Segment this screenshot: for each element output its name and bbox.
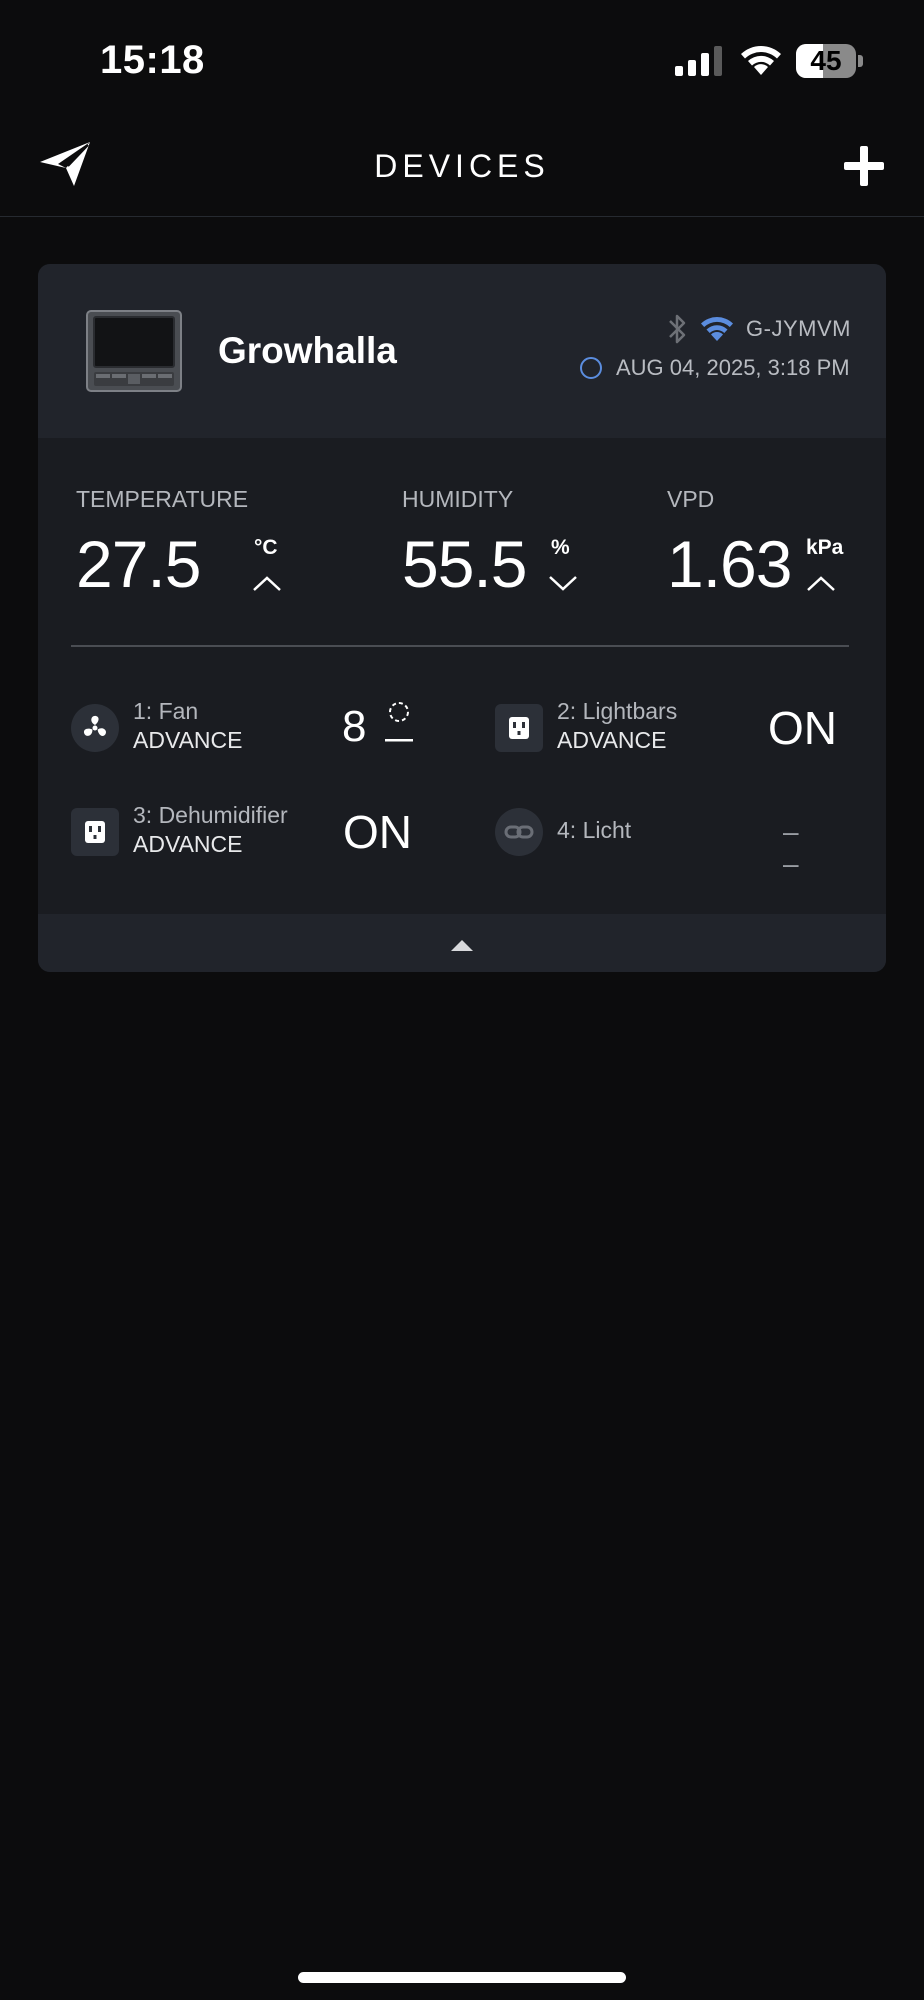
cellular-signal-icon <box>675 46 722 76</box>
fan-icon <box>71 704 119 752</box>
port-mode: ADVANCE <box>133 727 243 753</box>
fan-speed-value: 8 <box>342 702 367 751</box>
online-status-icon <box>580 357 602 379</box>
page-title: DEVICES <box>374 148 550 184</box>
trend-down-icon <box>549 576 577 591</box>
device-name: Growhalla <box>218 330 397 371</box>
port-name: 4: Licht <box>557 817 632 843</box>
trend-up-icon <box>253 576 281 591</box>
port-name: 1: Fan <box>133 698 199 724</box>
wifi-icon <box>701 317 733 341</box>
caret-up-icon[interactable] <box>450 938 474 952</box>
humidity-value: 55.5 <box>402 527 527 601</box>
wifi-icon <box>741 46 781 75</box>
device-id: G-JYMVM <box>746 316 851 341</box>
status-time: 15:18 <box>100 38 205 82</box>
device-card-header[interactable]: Growhalla G-JYMVM AUG 04, 2025, 3:18 PM <box>38 264 886 438</box>
humidity-label: HUMIDITY <box>402 486 514 512</box>
controller-thumbnail <box>86 310 182 392</box>
plus-icon[interactable] <box>842 144 886 188</box>
port-state: ON <box>768 702 837 754</box>
temperature-value: 27.5 <box>76 527 201 601</box>
app-header: DEVICES <box>0 110 924 217</box>
temperature-label: TEMPERATURE <box>76 486 249 512</box>
last-update-time: AUG 04, 2025, 3:18 PM <box>616 355 850 380</box>
device-card[interactable]: Growhalla G-JYMVM AUG 04, 2025, 3:18 PM … <box>38 264 886 972</box>
port-mode: ADVANCE <box>557 727 667 753</box>
temperature-unit: °C <box>254 536 278 559</box>
battery-level: 45 <box>810 45 842 76</box>
humidity-unit: % <box>551 536 570 559</box>
port-name: 2: Lightbars <box>557 698 678 724</box>
port-state: ON <box>343 806 412 858</box>
vpd-unit: kPa <box>806 536 844 559</box>
port-state: – – <box>783 816 804 879</box>
divider <box>71 645 849 647</box>
bluetooth-icon <box>669 314 686 344</box>
battery-indicator: 45 <box>796 44 863 78</box>
trend-up-icon <box>807 576 835 591</box>
port-name: 3: Dehumidifier <box>133 802 288 828</box>
card-footer[interactable] <box>38 914 886 972</box>
outlet-icon <box>71 808 119 856</box>
fan-speed-indicator-icon <box>385 702 413 742</box>
outlet-icon <box>495 704 543 752</box>
link-icon <box>495 808 543 856</box>
port-mode: ADVANCE <box>133 831 243 857</box>
vpd-label: VPD <box>667 486 715 512</box>
status-bar: 15:18 45 <box>0 0 924 110</box>
vpd-value: 1.63 <box>667 527 792 601</box>
home-indicator <box>298 1972 626 1983</box>
